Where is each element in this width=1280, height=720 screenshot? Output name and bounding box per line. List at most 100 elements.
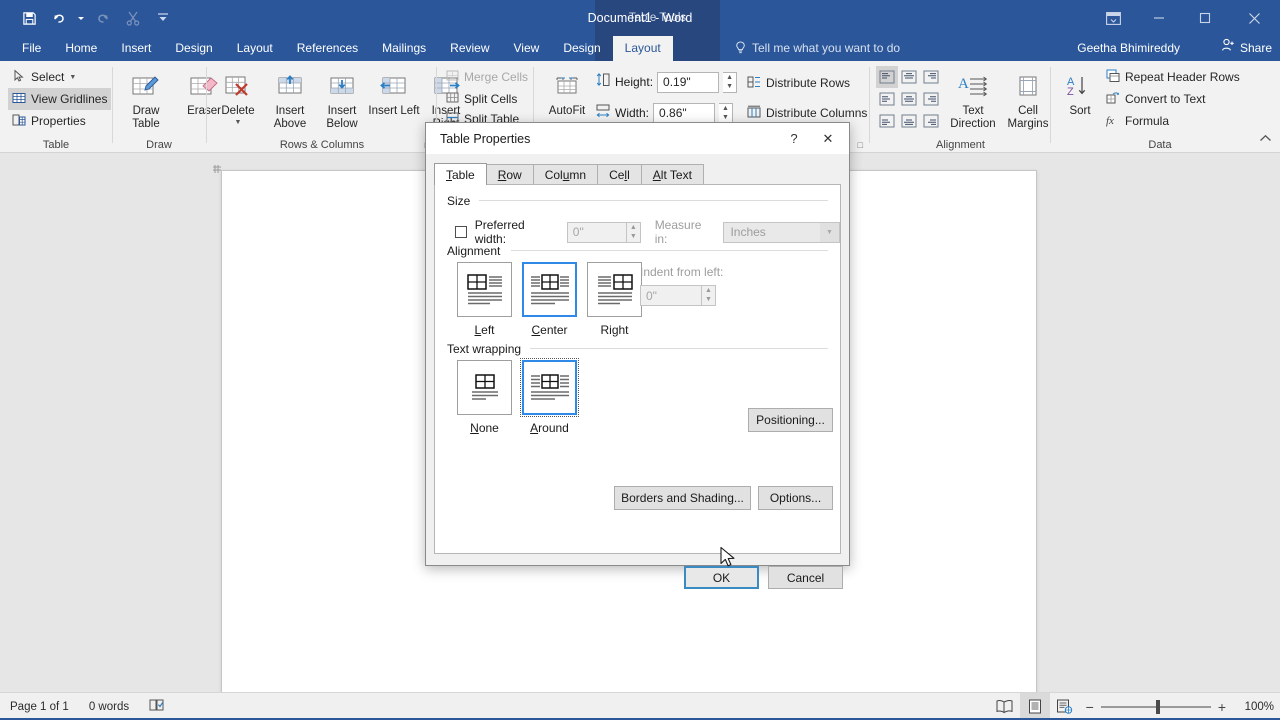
dialog-tab-cell[interactable]: Cell: [597, 164, 642, 185]
tab-insert[interactable]: Insert: [109, 36, 163, 61]
tab-mailings[interactable]: Mailings: [370, 36, 438, 61]
preferred-width-checkbox[interactable]: [455, 226, 467, 238]
tab-references[interactable]: References: [285, 36, 370, 61]
alignment-right-box[interactable]: [587, 262, 642, 317]
collapse-ribbon-icon[interactable]: [1259, 134, 1272, 146]
cell-margins-label: Cell Margins: [1007, 105, 1049, 130]
text-direction-button[interactable]: A Text Direction: [945, 67, 1001, 130]
column-width-spinner[interactable]: ▲ ▼: [719, 102, 734, 124]
formula-button[interactable]: fx Formula: [1102, 110, 1244, 132]
align-bottom-left-button[interactable]: [876, 110, 898, 132]
dialog-close-icon[interactable]: ✕: [811, 123, 845, 154]
tab-table-tools-design[interactable]: Design: [551, 36, 612, 61]
zoom-slider[interactable]: [1100, 699, 1211, 714]
dialog-title-bar[interactable]: Table Properties ? ✕: [426, 123, 849, 154]
align-bottom-right-button[interactable]: [920, 110, 942, 132]
undo-icon[interactable]: [44, 4, 74, 32]
wrapping-option-around[interactable]: Around: [520, 358, 579, 435]
borders-and-shading-button[interactable]: Borders and Shading...: [614, 486, 751, 510]
insert-left-button[interactable]: Insert Left: [368, 67, 420, 130]
minimize-icon[interactable]: [1136, 0, 1182, 36]
save-icon[interactable]: [14, 4, 44, 32]
distribute-columns-button[interactable]: Distribute Columns: [743, 102, 871, 124]
tab-file[interactable]: File: [10, 36, 53, 61]
align-center-left-button[interactable]: [876, 88, 898, 110]
row-height-spinner[interactable]: ▲ ▼: [723, 71, 738, 93]
zoom-in-button[interactable]: +: [1218, 699, 1226, 715]
customize-qat-icon[interactable]: [148, 4, 178, 32]
web-layout-icon[interactable]: [1050, 693, 1080, 720]
delete-button[interactable]: Delete ▼: [212, 67, 264, 130]
row-height-input[interactable]: 0.19": [657, 71, 720, 93]
dialog-tab-row[interactable]: Row: [485, 164, 534, 185]
align-top-center-button[interactable]: [898, 66, 920, 88]
column-width-input[interactable]: 0.86": [653, 102, 716, 124]
repeat-header-rows-button[interactable]: Repeat Header Rows: [1102, 66, 1244, 88]
align-center-button[interactable]: [898, 88, 920, 110]
autofit-button[interactable]: AutoFit: [541, 67, 593, 118]
view-gridlines-button[interactable]: View Gridlines: [8, 88, 112, 110]
restore-icon[interactable]: [1182, 0, 1228, 36]
undo-dropdown-icon[interactable]: [74, 4, 88, 32]
align-bottom-center-button[interactable]: [898, 110, 920, 132]
tab-review[interactable]: Review: [438, 36, 501, 61]
insert-below-button[interactable]: Insert Below: [316, 67, 368, 130]
wrapping-around-box[interactable]: [520, 358, 579, 417]
zoom-out-button[interactable]: −: [1086, 699, 1094, 715]
options-button-label: Options...: [769, 491, 822, 505]
indent-from-left-group: Indent from left: 0" ▲ ▼: [640, 265, 723, 306]
cancel-button[interactable]: Cancel: [768, 566, 843, 589]
cell-margins-button[interactable]: Cell Margins: [1005, 67, 1051, 130]
word-count[interactable]: 0 words: [79, 701, 139, 713]
alignment-left-box[interactable]: [457, 262, 512, 317]
insert-above-button[interactable]: Insert Above: [264, 67, 316, 130]
print-layout-icon[interactable]: [1019, 693, 1050, 720]
zoom-level[interactable]: 100%: [1232, 701, 1274, 713]
sort-button[interactable]: AZ Sort: [1060, 67, 1100, 118]
properties-button[interactable]: Properties: [8, 110, 111, 132]
tab-home[interactable]: Home: [53, 36, 109, 61]
tab-design[interactable]: Design: [163, 36, 224, 61]
height-label: Height:: [615, 75, 654, 89]
alignment-option-right[interactable]: Right: [587, 262, 642, 337]
ok-button[interactable]: OK: [684, 566, 759, 589]
redo-icon: [88, 4, 118, 32]
ribbon-display-options-icon[interactable]: [1090, 0, 1136, 36]
wrapping-none-box[interactable]: [457, 360, 512, 415]
distribute-rows-button[interactable]: Distribute Rows: [743, 72, 871, 94]
alignment-option-left[interactable]: Left: [457, 262, 512, 337]
tell-me-search[interactable]: Tell me what you want to do: [735, 36, 900, 61]
convert-to-text-button[interactable]: Convert to Text: [1102, 88, 1244, 110]
wrapping-option-none[interactable]: None: [457, 360, 512, 435]
tab-table-tools-layout[interactable]: Layout: [612, 36, 673, 61]
zoom-slider-thumb[interactable]: [1155, 699, 1160, 714]
alignment-center-box[interactable]: [522, 262, 577, 317]
help-icon[interactable]: ?: [777, 123, 811, 154]
cell-size-dialog-launcher[interactable]: □: [858, 140, 863, 150]
align-center-right-button[interactable]: [920, 88, 942, 110]
positioning-button[interactable]: Positioning...: [748, 408, 833, 432]
convert-to-text-icon: [1106, 91, 1120, 108]
user-account-name[interactable]: Geetha Bhimireddy: [1077, 36, 1180, 61]
dialog-tab-column[interactable]: Column: [532, 164, 599, 185]
draw-table-button[interactable]: Draw Table: [120, 67, 172, 130]
split-cells-button[interactable]: Split Cells: [442, 88, 532, 110]
read-mode-icon[interactable]: [990, 693, 1020, 720]
dialog-tab-table-rest: able: [452, 168, 475, 182]
dialog-tab-alt-text[interactable]: Alt Text: [640, 164, 704, 185]
tab-layout[interactable]: Layout: [225, 36, 285, 61]
proofing-errors-icon[interactable]: [139, 698, 175, 715]
split-cells-icon: [446, 91, 459, 107]
dialog-tab-table[interactable]: Table: [434, 163, 487, 185]
insert-above-label: Insert Above: [273, 105, 307, 130]
share-button[interactable]: Share: [1221, 36, 1272, 61]
page-indicator[interactable]: Page 1 of 1: [0, 701, 79, 713]
alignment-option-center[interactable]: Center: [522, 262, 577, 337]
align-top-right-button[interactable]: [920, 66, 942, 88]
sort-az-icon: AZ: [1065, 71, 1095, 105]
tab-view[interactable]: View: [502, 36, 552, 61]
select-button[interactable]: Select ▼: [8, 66, 111, 88]
align-top-left-button[interactable]: [876, 66, 898, 88]
options-button[interactable]: Options...: [758, 486, 833, 510]
close-icon[interactable]: [1228, 0, 1280, 36]
